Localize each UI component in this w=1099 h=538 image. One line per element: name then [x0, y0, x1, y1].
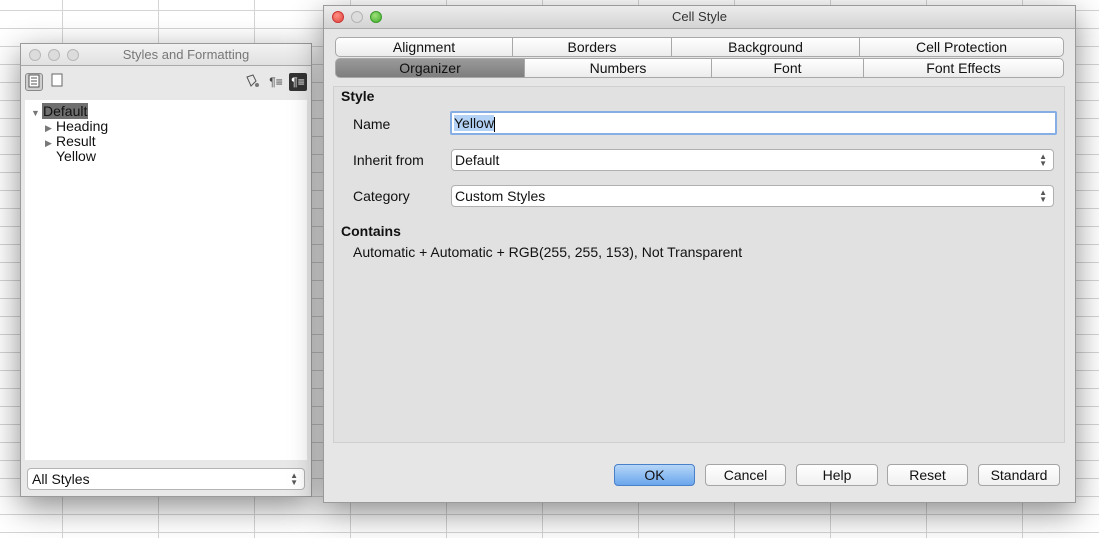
tab-row-2: Organizer Numbers Font Font Effects	[335, 58, 1064, 78]
inherit-from-select[interactable]: Default ▲ ▼	[451, 149, 1054, 171]
category-value: Custom Styles	[455, 188, 546, 204]
name-label: Name	[353, 116, 391, 132]
cancel-button[interactable]: Cancel	[705, 464, 786, 486]
tree-item-heading[interactable]: ▶ Heading	[45, 119, 108, 134]
style-section-title: Style	[341, 88, 375, 104]
tab-borders[interactable]: Borders	[513, 37, 672, 57]
dialog-title: Cell Style	[672, 9, 727, 24]
tree-item-default[interactable]: ▼ Default	[31, 103, 89, 121]
expand-triangle-icon[interactable]: ▶	[45, 136, 56, 151]
minimize-button[interactable]	[48, 49, 60, 61]
inherit-from-label: Inherit from	[353, 152, 424, 168]
updown-arrows-icon: ▲ ▼	[1039, 152, 1047, 168]
updown-arrows-icon: ▲ ▼	[290, 471, 298, 487]
update-style-icon[interactable]: ¶≡	[289, 73, 307, 91]
styles-window-title: Styles and Formatting	[122, 47, 250, 62]
style-filter-select[interactable]: All Styles ▲ ▼	[27, 468, 305, 490]
minimize-button[interactable]	[351, 11, 363, 23]
reset-button[interactable]: Reset	[887, 464, 968, 486]
new-style-icon[interactable]: ¶≡	[267, 73, 285, 91]
tree-item-result[interactable]: ▶ Result	[45, 134, 96, 149]
dialog-titlebar[interactable]: Cell Style	[324, 6, 1075, 29]
standard-button[interactable]: Standard	[978, 464, 1060, 486]
tab-organizer[interactable]: Organizer	[335, 58, 525, 78]
styles-tree: ▼ Default ▶ Heading ▶ Result Yellow	[25, 100, 307, 460]
contains-description: Automatic + Automatic + RGB(255, 255, 15…	[353, 244, 743, 260]
contains-section-title: Contains	[341, 223, 401, 239]
close-button[interactable]	[332, 11, 344, 23]
fill-format-icon[interactable]	[243, 73, 261, 91]
tab-alignment[interactable]: Alignment	[335, 37, 513, 57]
text-caret	[493, 116, 495, 132]
styles-and-formatting-window: Styles and Formatting ¶≡ ¶≡ ▼ Default ▶ He…	[20, 43, 312, 497]
tab-numbers[interactable]: Numbers	[525, 58, 712, 78]
close-button[interactable]	[29, 49, 41, 61]
name-value: Yellow	[454, 115, 494, 131]
help-button[interactable]: Help	[796, 464, 878, 486]
updown-arrows-icon: ▲ ▼	[1039, 188, 1047, 204]
page-styles-icon[interactable]	[48, 73, 66, 91]
collapse-triangle-icon[interactable]: ▼	[31, 106, 42, 121]
zoom-button[interactable]	[67, 49, 79, 61]
tab-font[interactable]: Font	[712, 58, 864, 78]
ok-button[interactable]: OK	[614, 464, 695, 486]
organizer-panel: Style Name Yellow Inherit from Default ▲…	[333, 86, 1065, 443]
tab-font-effects[interactable]: Font Effects	[864, 58, 1064, 78]
zoom-button[interactable]	[370, 11, 382, 23]
name-input[interactable]: Yellow	[450, 111, 1057, 135]
styles-toolbar: ¶≡ ¶≡	[21, 66, 311, 98]
tab-cell-protection[interactable]: Cell Protection	[860, 37, 1064, 57]
cell-style-dialog: Cell Style Alignment Borders Background …	[323, 5, 1076, 503]
inherit-from-value: Default	[455, 152, 500, 168]
category-label: Category	[353, 188, 410, 204]
cell-styles-icon[interactable]	[25, 73, 43, 91]
tab-background[interactable]: Background	[672, 37, 860, 57]
style-filter-value: All Styles	[32, 471, 90, 487]
window-controls	[29, 49, 79, 61]
category-select[interactable]: Custom Styles ▲ ▼	[451, 185, 1054, 207]
window-controls	[332, 11, 382, 23]
tab-row-1: Alignment Borders Background Cell Protec…	[335, 37, 1064, 57]
styles-titlebar[interactable]: Styles and Formatting	[21, 44, 311, 66]
tree-item-yellow[interactable]: Yellow	[56, 149, 96, 164]
